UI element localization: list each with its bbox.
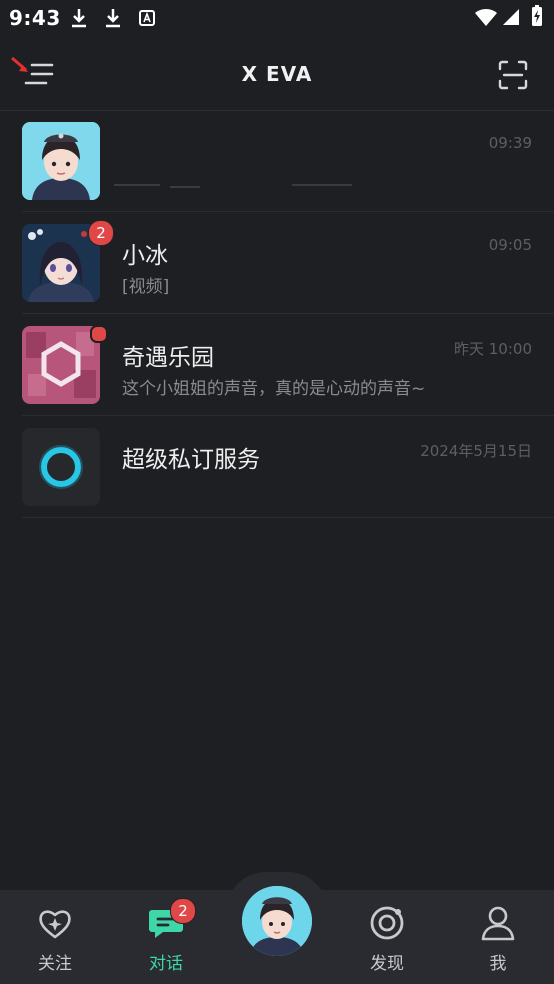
redacted-text bbox=[170, 186, 200, 188]
unread-dot bbox=[90, 325, 108, 343]
profile-icon bbox=[481, 906, 515, 941]
nav-label: 关注 bbox=[38, 954, 72, 974]
conversation-row[interactable]: 奇遇乐园 这个小姐姐的声音，真的是心动的声音~ 昨天 10:00 bbox=[22, 314, 554, 416]
nav-label: 发现 bbox=[370, 954, 404, 974]
avatar bbox=[22, 122, 100, 200]
center-avatar-button[interactable] bbox=[242, 886, 312, 956]
signal-icon bbox=[503, 9, 519, 25]
unread-badge: 2 bbox=[88, 220, 114, 246]
nav-chat[interactable]: 2 对话 bbox=[126, 890, 206, 984]
nav-discover[interactable]: 发现 bbox=[347, 890, 427, 984]
nav-profile[interactable]: 我 bbox=[458, 890, 538, 984]
conversation-name: 奇遇乐园 bbox=[122, 345, 214, 371]
nav-label: 对话 bbox=[149, 954, 183, 974]
download-icon bbox=[106, 9, 120, 28]
conversation-preview: [视频] bbox=[122, 277, 170, 297]
conversation-preview: 这个小姐姐的声音，真的是心动的声音~ bbox=[122, 379, 426, 399]
redacted-text bbox=[292, 184, 352, 186]
heart-sparkle-icon bbox=[39, 910, 71, 939]
conversation-name: 超级私订服务 bbox=[122, 447, 260, 473]
conversation-row[interactable]: 09:39 bbox=[22, 110, 554, 212]
conversation-list: 09:39 2 小冰 [视频] 09:05 奇遇乐园 这个小姐姐的声音，真的是心… bbox=[0, 110, 554, 518]
wifi-icon bbox=[475, 8, 497, 26]
unread-badge: 2 bbox=[170, 898, 196, 924]
download-icon bbox=[72, 9, 86, 28]
scan-icon[interactable] bbox=[498, 60, 528, 90]
conversation-time: 2024年5月15日 bbox=[420, 442, 532, 460]
nav-follow[interactable]: 关注 bbox=[15, 890, 95, 984]
avatar bbox=[22, 428, 100, 506]
conversation-row[interactable]: 超级私订服务 2024年5月15日 bbox=[22, 416, 554, 518]
app-title: X EVA bbox=[241, 62, 313, 86]
conversation-name: 小冰 bbox=[122, 243, 168, 269]
nav-label: 我 bbox=[489, 954, 507, 974]
avatar bbox=[242, 886, 312, 956]
conversation-time: 09:39 bbox=[488, 134, 532, 152]
redacted-text bbox=[114, 184, 160, 186]
status-time: 9:43 bbox=[9, 6, 61, 30]
app-header: X EVA bbox=[0, 36, 554, 111]
conversation-time: 昨天 10:00 bbox=[454, 340, 532, 358]
battery-charging-icon bbox=[532, 5, 542, 26]
conversation-row[interactable]: 2 小冰 [视频] 09:05 bbox=[22, 212, 554, 314]
discover-icon bbox=[370, 906, 404, 940]
text-a-icon bbox=[139, 10, 155, 26]
status-bar: 9:43 bbox=[0, 0, 554, 36]
conversation-time: 09:05 bbox=[488, 236, 532, 254]
avatar bbox=[22, 326, 100, 404]
